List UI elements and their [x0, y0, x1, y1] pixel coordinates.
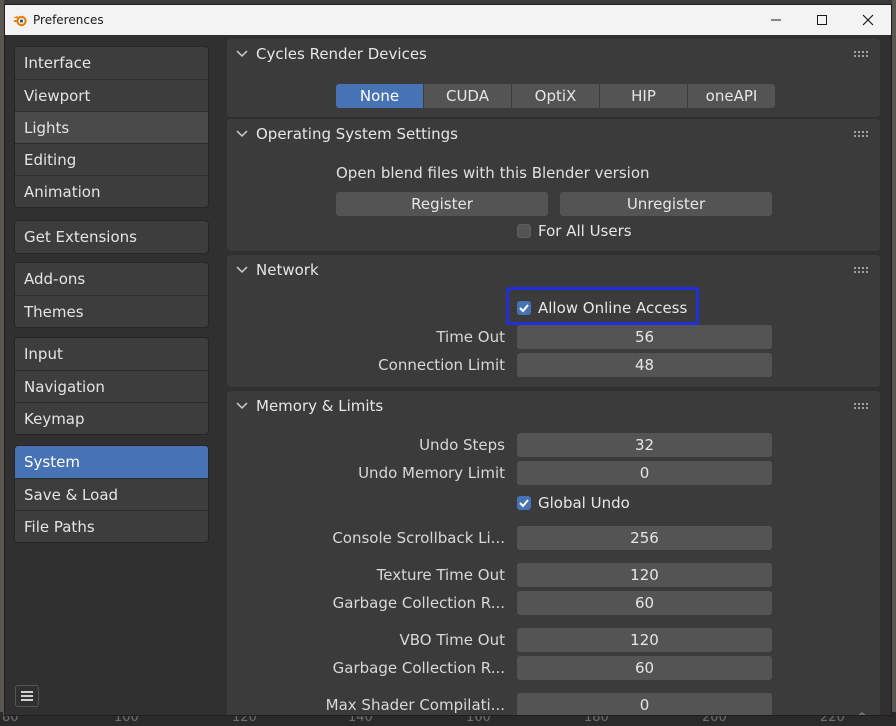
maximize-icon	[817, 15, 827, 25]
panel-title: Cycles Render Devices	[256, 45, 427, 63]
texture-time-out-label: Texture Time Out	[376, 566, 505, 584]
open-blend-files-label: Open blend files with this Blender versi…	[336, 164, 650, 182]
sidebar-item-viewport[interactable]: Viewport	[15, 79, 208, 111]
panel-header[interactable]: Cycles Render Devices	[227, 39, 880, 69]
sidebar-item-interface[interactable]: Interface	[15, 47, 208, 79]
allow-online-access-checkbox[interactable]: Allow Online Access	[517, 299, 692, 319]
vbo-gc-rate-field[interactable]: 60	[517, 656, 772, 680]
texture-gc-rate-label: Garbage Collection R...	[332, 594, 505, 612]
sidebar-group-general: Interface Viewport Lights Editing Animat…	[14, 46, 209, 208]
memory-limits-panel: Memory & Limits Undo Steps 32 Undo Memor…	[227, 391, 880, 715]
device-none-button[interactable]: None	[336, 84, 423, 108]
texture-time-out-field[interactable]: 120	[517, 563, 772, 587]
undo-memory-limit-label: Undo Memory Limit	[358, 464, 505, 482]
undo-memory-limit-field[interactable]: 0	[517, 461, 772, 485]
preferences-menu-button[interactable]	[15, 685, 39, 707]
sidebar-group-addons: Add-ons Themes	[14, 262, 209, 328]
connection-limit-field[interactable]: 48	[517, 353, 772, 377]
drag-grip-icon[interactable]	[854, 51, 870, 57]
connection-limit-label: Connection Limit	[378, 356, 505, 374]
sidebar-item-system[interactable]: System	[15, 446, 208, 478]
chevron-down-icon	[236, 130, 248, 138]
texture-gc-rate-field[interactable]: 60	[517, 591, 772, 615]
global-undo-checkbox[interactable]: Global Undo	[517, 494, 637, 514]
maximize-button[interactable]	[799, 5, 845, 35]
chevron-down-icon	[236, 402, 248, 410]
panel-header[interactable]: Operating System Settings	[227, 119, 880, 149]
sidebar-group-extensions: Get Extensions	[14, 220, 209, 254]
checkbox-label: Global Undo	[538, 494, 630, 512]
checkmark-icon	[517, 301, 531, 315]
vbo-time-out-label: VBO Time Out	[399, 631, 505, 649]
title-bar: Preferences	[5, 5, 891, 35]
drag-grip-icon[interactable]	[854, 267, 870, 273]
register-button[interactable]: Register	[336, 192, 548, 216]
background-edge-right	[892, 0, 896, 726]
for-all-users-checkbox[interactable]: For All Users	[517, 222, 637, 242]
sidebar-group-system: System Save & Load File Paths	[14, 445, 209, 543]
chevron-down-icon	[236, 50, 248, 58]
preferences-window: Preferences Interface Viewport Lights Ed…	[4, 4, 892, 716]
undo-steps-field[interactable]: 32	[517, 433, 772, 457]
sidebar-item-input[interactable]: Input	[15, 338, 208, 370]
sidebar-item-animation[interactable]: Animation	[15, 175, 208, 207]
close-icon	[862, 14, 874, 26]
time-out-label: Time Out	[436, 328, 505, 346]
sidebar-item-themes[interactable]: Themes	[15, 295, 208, 327]
vbo-time-out-field[interactable]: 120	[517, 628, 772, 652]
console-scrollback-field[interactable]: 256	[517, 526, 772, 550]
console-scrollback-label: Console Scrollback Li...	[332, 529, 505, 547]
sidebar-item-add-ons[interactable]: Add-ons	[15, 263, 208, 295]
sidebar-item-lights[interactable]: Lights	[15, 111, 208, 143]
panel-title: Memory & Limits	[256, 397, 384, 415]
sidebar-item-editing[interactable]: Editing	[15, 143, 208, 175]
sidebar-item-save-load[interactable]: Save & Load	[15, 478, 208, 510]
max-shader-compilation-label: Max Shader Compilati...	[325, 696, 505, 714]
minimize-button[interactable]	[753, 5, 799, 35]
device-optix-button[interactable]: OptiX	[511, 84, 599, 108]
sidebar-item-get-extensions[interactable]: Get Extensions	[15, 221, 208, 253]
undo-steps-label: Undo Steps	[419, 436, 505, 454]
device-hip-button[interactable]: HIP	[599, 84, 687, 108]
window-title: Preferences	[33, 13, 104, 27]
cycles-render-devices-panel: Cycles Render Devices None CUDA OptiX HI…	[227, 39, 880, 117]
drag-grip-icon[interactable]	[854, 131, 870, 137]
panel-header[interactable]: Network	[227, 255, 880, 285]
minimize-icon	[771, 19, 781, 21]
unregister-button[interactable]: Unregister	[560, 192, 772, 216]
checkbox-label: Allow Online Access	[538, 299, 688, 317]
chevron-down-icon	[236, 266, 248, 274]
drag-grip-icon[interactable]	[854, 403, 870, 409]
panel-header[interactable]: Memory & Limits	[227, 391, 880, 421]
device-selector: None CUDA OptiX HIP oneAPI	[336, 84, 775, 108]
network-panel: Network Allow Online Access Time Out 56 …	[227, 255, 880, 387]
device-cuda-button[interactable]: CUDA	[423, 84, 511, 108]
device-oneapi-button[interactable]: oneAPI	[687, 84, 775, 108]
panel-title: Operating System Settings	[256, 125, 458, 143]
sidebar-group-input: Input Navigation Keymap	[14, 337, 209, 435]
sidebar-item-keymap[interactable]: Keymap	[15, 402, 208, 434]
checkmark-icon	[517, 496, 531, 510]
close-button[interactable]	[845, 5, 891, 35]
os-settings-panel: Operating System Settings Open blend fil…	[227, 119, 880, 251]
scroll-up-icon[interactable]	[855, 711, 869, 716]
checkbox-label: For All Users	[538, 222, 632, 240]
vbo-gc-rate-label: Garbage Collection R...	[332, 659, 505, 677]
max-shader-compilation-field[interactable]: 0	[517, 693, 772, 715]
panel-title: Network	[256, 261, 319, 279]
sidebar-item-navigation[interactable]: Navigation	[15, 370, 208, 402]
blender-logo-icon	[13, 15, 27, 27]
checkbox-unchecked-icon	[517, 224, 531, 238]
time-out-field[interactable]: 56	[517, 325, 772, 349]
sidebar-item-file-paths[interactable]: File Paths	[15, 510, 208, 542]
